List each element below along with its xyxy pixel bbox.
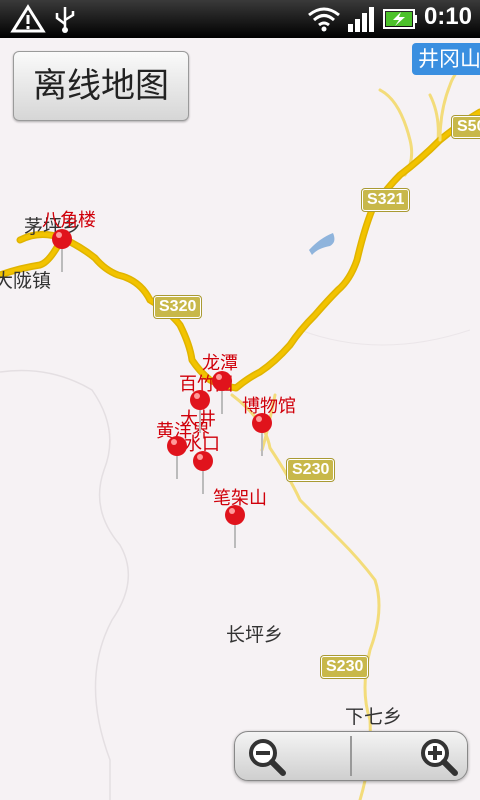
map-pin-bajiaolou[interactable] bbox=[51, 228, 73, 274]
map-view[interactable]: 茅坪乡 大陇镇 长坪乡 下七乡 S321 S320 S230 S230 S50 … bbox=[0, 38, 480, 800]
zoom-out-icon bbox=[249, 739, 286, 776]
map-pin-shuikou[interactable] bbox=[192, 450, 214, 496]
map-base-layer bbox=[0, 58, 480, 800]
status-clock: 0:10 bbox=[423, 3, 472, 30]
place-tab-jinggangshan[interactable]: 井冈山 bbox=[412, 43, 480, 75]
map-pin-baizhuyuan[interactable] bbox=[189, 389, 211, 435]
usb-icon bbox=[55, 7, 75, 33]
battery-charging-icon bbox=[383, 9, 417, 29]
map-pin-bowuguan[interactable] bbox=[251, 412, 273, 458]
offline-map-button[interactable]: 离线地图 bbox=[13, 51, 189, 121]
road-shield-s230: S230 bbox=[287, 459, 335, 481]
status-bar: 0:10 bbox=[0, 0, 480, 38]
zoom-controls bbox=[234, 731, 468, 781]
road-shield-s320: S320 bbox=[154, 296, 202, 318]
zoom-out-button[interactable] bbox=[235, 732, 350, 780]
road-shield-s50: S50 bbox=[452, 116, 480, 138]
zoom-in-button[interactable] bbox=[352, 732, 467, 780]
place-xiaqi: 下七乡 bbox=[345, 706, 403, 728]
map-pin-bijiashan[interactable] bbox=[224, 504, 246, 550]
signal-icon bbox=[348, 7, 374, 32]
place-dalong: 大陇镇 bbox=[0, 270, 52, 292]
map-pin-huangyangjie[interactable] bbox=[166, 435, 188, 481]
wifi-icon bbox=[308, 7, 340, 32]
road-shield-s230: S230 bbox=[321, 656, 369, 678]
place-changping: 长坪乡 bbox=[226, 624, 284, 646]
map-pin-longtan[interactable] bbox=[211, 370, 233, 416]
zoom-in-icon bbox=[421, 739, 458, 776]
warning-icon bbox=[10, 4, 46, 33]
road-shield-s321: S321 bbox=[362, 189, 410, 211]
